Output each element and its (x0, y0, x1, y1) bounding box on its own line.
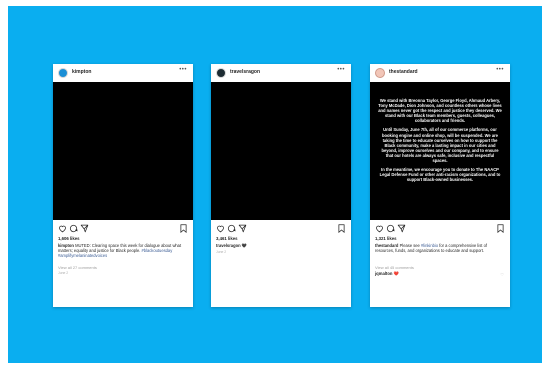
avatar[interactable] (375, 68, 385, 78)
heart-icon[interactable] (375, 224, 384, 233)
bookmark-icon[interactable] (496, 224, 505, 233)
post-image[interactable] (211, 82, 351, 220)
heart-icon[interactable] (216, 224, 225, 233)
heart-icon[interactable] (58, 224, 67, 233)
bookmark-icon[interactable] (337, 224, 346, 233)
comment-username[interactable]: jqmalton (375, 271, 392, 276)
post-header: travelsragon ••• (211, 64, 351, 82)
instagram-post-card-travelsragon: travelsragon ••• 3,461 likes travelsrago… (211, 64, 351, 307)
post-header: kimpton ••• (53, 64, 193, 82)
statement-paragraph: We stand with Breonna Taylor, George Flo… (378, 98, 502, 124)
likes-count[interactable]: 3,461 likes (216, 236, 238, 241)
instagram-post-card-thestandard: thestandard ••• We stand with Breonna Ta… (370, 64, 510, 307)
comment: jqmalton ❤️ (375, 271, 399, 277)
share-icon[interactable] (397, 224, 406, 233)
blue-backdrop: kimpton ••• 1,606 likes kimpton MUTED: C… (8, 6, 542, 363)
comment-like-icon[interactable]: ♡ (500, 272, 504, 277)
instagram-post-card-kimpton: kimpton ••• 1,606 likes kimpton MUTED: C… (53, 64, 193, 307)
comment-icon[interactable] (386, 224, 395, 233)
view-comments-link[interactable]: View all 27 comments (58, 265, 97, 270)
avatar[interactable] (58, 68, 68, 78)
likes-count[interactable]: 1,606 likes (58, 236, 80, 241)
post-date: June 2 (58, 271, 69, 275)
post-actions (375, 224, 505, 233)
share-icon[interactable] (80, 224, 89, 233)
post-image[interactable]: We stand with Breonna Taylor, George Flo… (370, 82, 510, 220)
post-header: thestandard ••• (370, 64, 510, 82)
comment-icon[interactable] (227, 224, 236, 233)
bookmark-icon[interactable] (179, 224, 188, 233)
more-options-icon[interactable]: ••• (179, 67, 187, 73)
statement-paragraph: Until Sunday, June 7th, all of our comme… (381, 127, 499, 164)
caption: travelsragon 🖤 (216, 243, 344, 248)
username[interactable]: thestandard (389, 69, 418, 75)
comment-icon[interactable] (69, 224, 78, 233)
post-actions (58, 224, 188, 233)
username[interactable]: travelsragon (230, 69, 260, 75)
post-image[interactable] (53, 82, 193, 220)
likes-count[interactable]: 1,321 likes (375, 236, 397, 241)
caption: kimpton MUTED: Clearing space this week … (58, 243, 186, 259)
more-options-icon[interactable]: ••• (337, 67, 345, 73)
caption-emoji: 🖤 (241, 243, 247, 248)
view-comments-link[interactable]: View all 45 comments (375, 265, 414, 270)
share-icon[interactable] (238, 224, 247, 233)
username[interactable]: kimpton (72, 69, 91, 75)
more-options-icon[interactable]: ••• (496, 67, 504, 73)
comment-emoji: ❤️ (393, 271, 399, 276)
post-date: June 2 (216, 250, 227, 254)
caption: thestandard Please see #linkinbio for a … (375, 243, 503, 253)
caption-username[interactable]: travelsragon (216, 243, 241, 248)
post-statement-text: We stand with Breonna Taylor, George Flo… (378, 98, 502, 186)
avatar[interactable] (216, 68, 226, 78)
post-actions (216, 224, 346, 233)
statement-paragraph: In the meantime, we encourage you to don… (379, 167, 501, 183)
